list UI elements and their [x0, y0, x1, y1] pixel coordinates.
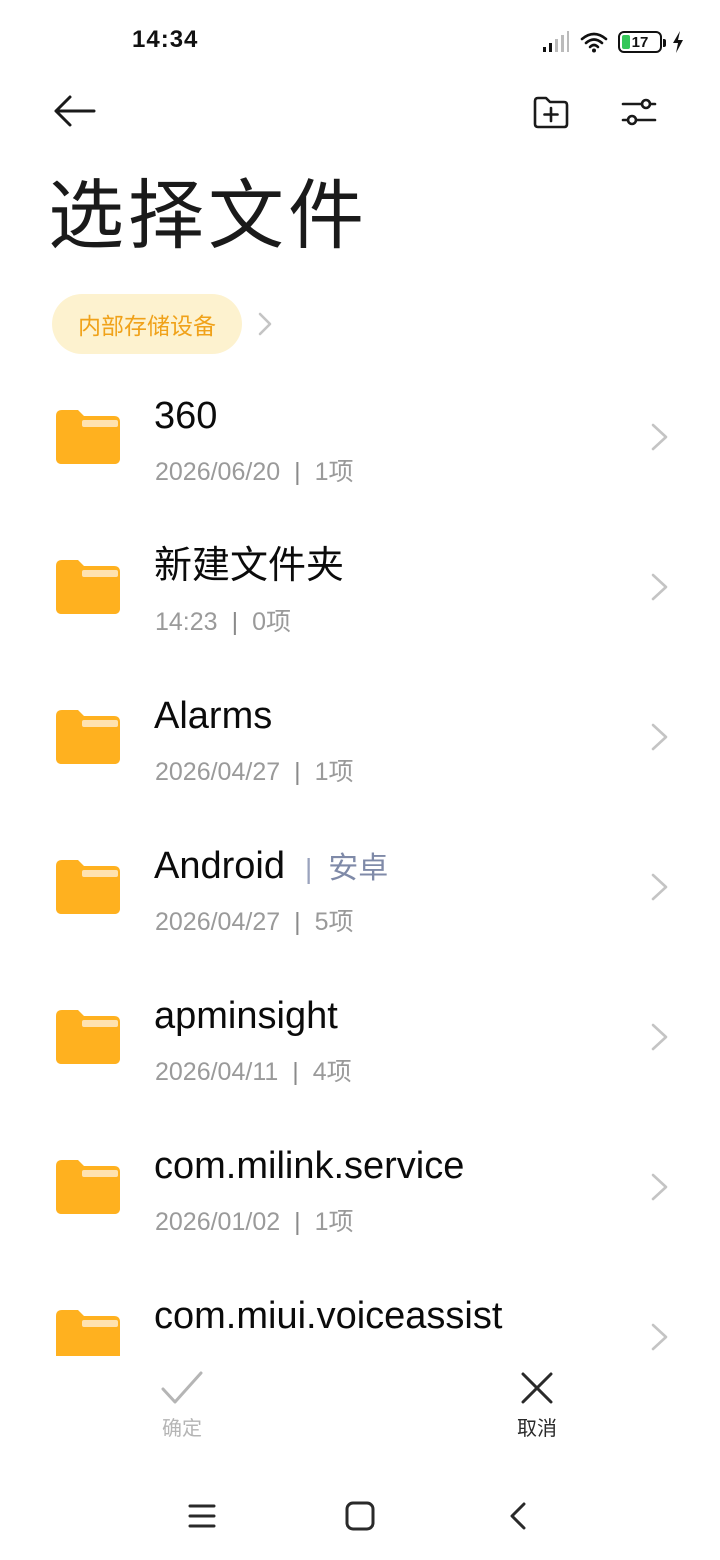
check-icon: [161, 1371, 203, 1404]
chevron-left-icon: [510, 1502, 526, 1530]
chevron-right-icon: [651, 1323, 668, 1351]
folder-name: Alarms: [154, 695, 273, 737]
menu-icon: [188, 1504, 216, 1528]
chevron-right-icon: [651, 573, 668, 601]
folder-name: apminsight: [154, 995, 338, 1037]
battery-icon: 17: [618, 31, 666, 53]
recent-apps-button[interactable]: [182, 1498, 222, 1534]
folder-meta: 2026/04/27 | 1项: [155, 758, 354, 786]
folder-name: com.miui.voiceassist: [154, 1295, 503, 1337]
chevron-right-icon: [651, 1173, 668, 1201]
folder-count: 0项: [252, 608, 291, 636]
folder-count: 1项: [314, 458, 354, 486]
chevron-right-icon: [651, 723, 668, 751]
folder-row[interactable]: com.miui.voiceassist: [0, 1262, 720, 1356]
action-bar: 确定 取消: [0, 1356, 720, 1456]
cancel-button[interactable]: 取消: [487, 1370, 587, 1441]
sort-settings-button[interactable]: [614, 88, 664, 136]
folder-count: 5项: [314, 908, 354, 936]
folder-name: Android: [154, 845, 285, 887]
folder-row[interactable]: Alarms 2026/04/27 | 1项: [0, 662, 720, 812]
confirm-label: 确定: [162, 1418, 202, 1440]
folder-tag: | 安卓: [304, 852, 389, 885]
confirm-button[interactable]: 确定: [132, 1370, 232, 1441]
chevron-right-icon: [651, 873, 668, 901]
folder-name: com.milink.service: [154, 1145, 465, 1187]
folder-meta: 2026/04/11 | 4项: [155, 1058, 352, 1086]
folder-date: 2026/04/27: [155, 758, 281, 786]
folder-meta: 2026/04/27 | 5项: [155, 908, 354, 936]
system-back-button[interactable]: [498, 1498, 538, 1534]
folder-icon: [56, 1310, 120, 1356]
home-square-icon: [345, 1501, 375, 1531]
folder-date: 2026/06/20: [155, 458, 281, 486]
folder-count: 4项: [312, 1058, 352, 1086]
back-arrow-icon: [54, 95, 96, 127]
signal-icon: [543, 31, 569, 52]
folder-name: 新建文件夹: [154, 545, 345, 587]
folder-meta: 14:23 | 0项: [155, 608, 291, 636]
chevron-right-icon: [258, 312, 272, 336]
system-nav-bar: [0, 1470, 720, 1560]
cancel-label: 取消: [517, 1418, 557, 1440]
folder-name: 360: [154, 395, 218, 437]
folder-icon: [56, 560, 120, 614]
folder-meta: 2026/01/02 | 1项: [155, 1208, 354, 1236]
page-title: 选择文件: [48, 171, 368, 260]
folder-date: 2026/01/02: [155, 1208, 281, 1236]
new-folder-button[interactable]: [526, 88, 576, 136]
folder-tag-label: 安卓: [328, 852, 389, 885]
wifi-icon: [580, 32, 608, 53]
folder-row[interactable]: 360 2026/06/20 | 1项: [0, 362, 720, 512]
folder-icon: [56, 1160, 120, 1214]
folder-icon: [56, 410, 120, 464]
charging-icon: [673, 31, 683, 53]
battery-level: 17: [631, 33, 649, 51]
folder-row[interactable]: apminsight 2026/04/11 | 4项: [0, 962, 720, 1112]
chevron-right-icon: [651, 1023, 668, 1051]
folder-date: 2026/04/11: [155, 1058, 279, 1086]
folder-icon: [56, 1010, 120, 1064]
breadcrumb-internal-storage[interactable]: 内部存储设备: [52, 294, 242, 354]
folder-date: 14:23: [155, 608, 218, 636]
folder-icon: [56, 710, 120, 764]
new-folder-icon: [533, 96, 569, 129]
folder-row[interactable]: Android | 安卓 2026/04/27 | 5项: [0, 812, 720, 962]
back-button[interactable]: [46, 86, 102, 136]
folder-count: 1项: [314, 758, 354, 786]
chevron-right-icon: [651, 423, 668, 451]
status-bar: 14:34 17: [0, 0, 720, 84]
status-icons: 17: [542, 28, 684, 56]
folder-date: 2026/04/27: [155, 908, 281, 936]
breadcrumb: 内部存储设备: [52, 294, 272, 354]
folder-list[interactable]: 360 2026/06/20 | 1项 新建文件夹 14:23 | 0项 Alarms …: [0, 362, 720, 1356]
close-icon: [521, 1372, 553, 1404]
folder-count: 1项: [314, 1208, 354, 1236]
status-time: 14:34: [132, 26, 199, 53]
folder-icon: [56, 860, 120, 914]
sort-settings-icon: [621, 98, 657, 126]
folder-meta: 2026/06/20 | 1项: [155, 458, 354, 486]
folder-row[interactable]: com.milink.service 2026/01/02 | 1项: [0, 1112, 720, 1262]
folder-name-line: Android | 安卓: [154, 845, 389, 888]
home-button[interactable]: [340, 1498, 380, 1534]
folder-row[interactable]: 新建文件夹 14:23 | 0项: [0, 512, 720, 662]
